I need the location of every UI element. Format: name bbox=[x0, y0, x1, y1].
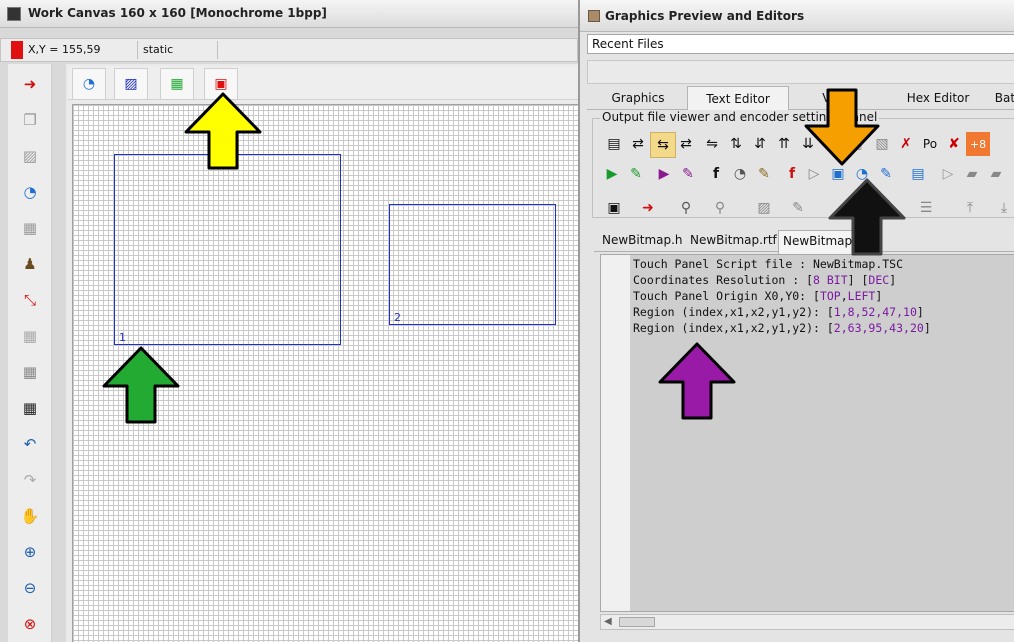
font-icon[interactable]: f bbox=[704, 162, 728, 186]
swap-icon[interactable]: ⇄ bbox=[626, 132, 650, 156]
horizontal-scrollbar[interactable]: ◀ bbox=[600, 614, 1014, 630]
preview-titlebar[interactable]: Graphics Preview and Editors bbox=[580, 0, 1014, 32]
text-editor[interactable]: Touch Panel Script file : NewBitmap.TSC C… bbox=[600, 254, 1014, 612]
green-arrow-icon bbox=[102, 346, 180, 424]
preview-title: Graphics Preview and Editors bbox=[605, 9, 805, 23]
redo-icon[interactable]: ↷ bbox=[18, 468, 42, 492]
app-icon bbox=[7, 7, 21, 21]
save-icon[interactable]: ▣ bbox=[602, 196, 626, 220]
import-blue-icon[interactable]: ▤ bbox=[906, 162, 930, 186]
file-tab-h[interactable]: NewBitmap.h bbox=[602, 230, 683, 255]
find-icon[interactable]: ⚲ bbox=[674, 196, 698, 220]
region-index-label: 2 bbox=[394, 311, 401, 324]
hand-icon[interactable]: ✋ bbox=[18, 504, 42, 528]
flip-vertical-icon[interactable]: ⇅ bbox=[724, 132, 748, 156]
mode-readout: static bbox=[143, 43, 174, 56]
play-purple-icon[interactable]: ▶ bbox=[652, 162, 676, 186]
graphics-preview-window: Graphics Preview and Editors Recent File… bbox=[578, 0, 1014, 642]
coordinates-readout: X,Y = 155,59 bbox=[28, 43, 101, 56]
play-light-icon[interactable]: ▷ bbox=[936, 162, 960, 186]
code-line: Region (index,x1,x2,y1,y2): [1,8,52,47,1… bbox=[633, 305, 924, 319]
editor-tabs: Graphics Text Editor Video Hex Editor Ba… bbox=[587, 84, 1014, 116]
cursor-tool-icon[interactable]: ◔ bbox=[72, 68, 106, 100]
copy-icon[interactable]: ❐ bbox=[18, 108, 42, 132]
resize-icon[interactable]: ⤡ bbox=[18, 288, 42, 312]
region-index-label: 1 bbox=[119, 331, 126, 344]
scroll-left-icon[interactable]: ◀ bbox=[604, 616, 612, 627]
plus-eight-icon[interactable]: +8 bbox=[966, 132, 990, 156]
cursor-icon[interactable]: ◔ bbox=[18, 180, 42, 204]
import-icon[interactable]: ➜ bbox=[18, 72, 42, 96]
status-bar: X,Y = 155,59 static bbox=[0, 38, 578, 62]
preview-strip bbox=[587, 60, 1014, 84]
zoom-out-icon[interactable]: ⊖ bbox=[18, 576, 42, 600]
export-icon[interactable]: ➜ bbox=[636, 196, 660, 220]
flip-up-icon[interactable]: ⇈ bbox=[772, 132, 796, 156]
tools-purple-icon[interactable]: ✎ bbox=[676, 162, 700, 186]
paste-grey-icon[interactable]: ▨ bbox=[752, 196, 776, 220]
grid-light-icon[interactable]: ▦ bbox=[18, 324, 42, 348]
list-icon[interactable]: ▤ bbox=[602, 132, 626, 156]
code-line: Region (index,x1,x2,y1,y2): [2,63,95,43,… bbox=[633, 321, 931, 335]
comment-alt-icon[interactable]: ▰ bbox=[984, 162, 1008, 186]
menu-dropdown-icon[interactable]: ☰ bbox=[914, 196, 938, 220]
status-divider bbox=[137, 41, 138, 59]
touch-region-2[interactable]: 2 bbox=[389, 204, 556, 325]
grid-medium-icon[interactable]: ▦ bbox=[18, 360, 42, 384]
yellow-arrow-icon bbox=[184, 92, 262, 170]
file-tabs: NewBitmap.h NewBitmap.rtf NewBitmap.TSC bbox=[594, 230, 1014, 256]
tab-hex-editor[interactable]: Hex Editor bbox=[897, 86, 979, 115]
scroll-thumb[interactable] bbox=[619, 617, 655, 627]
font-red-icon[interactable]: f bbox=[780, 162, 804, 186]
edit-grey-icon[interactable]: ✎ bbox=[786, 196, 810, 220]
comment-icon[interactable]: ▰ bbox=[960, 162, 984, 186]
zoom-in-icon[interactable]: ⊕ bbox=[18, 540, 42, 564]
swap-reverse-icon[interactable]: ⇄ bbox=[674, 132, 698, 156]
zoom-reset-icon[interactable]: ⊗ bbox=[18, 612, 42, 636]
paste-icon[interactable]: ▨ bbox=[18, 144, 42, 168]
work-canvas-title: Work Canvas 160 x 160 [Monochrome 1bpp] bbox=[28, 6, 327, 20]
move-up-icon[interactable]: ⤒ bbox=[958, 196, 982, 220]
undo-icon[interactable]: ↶ bbox=[18, 432, 42, 456]
script-text[interactable]: Touch Panel Script file : NewBitmap.TSC C… bbox=[633, 256, 931, 336]
color-indicator bbox=[11, 41, 23, 59]
mirror-icon[interactable]: ⇋ bbox=[700, 132, 724, 156]
cancel-icon[interactable]: ✘ bbox=[942, 132, 966, 156]
tab-batch[interactable]: Batch bbox=[987, 86, 1014, 115]
swap-active-icon[interactable]: ⇆ bbox=[650, 132, 676, 158]
rotate-icon[interactable]: ⇵ bbox=[748, 132, 772, 156]
orange-arrow-icon bbox=[804, 88, 880, 166]
cursor-grey-icon[interactable]: ◔ bbox=[728, 162, 752, 186]
canvas-toolbar: ◔ ▨ ▦ ▣ bbox=[68, 66, 578, 100]
black-arrow-icon bbox=[828, 178, 906, 256]
grid-icon[interactable]: ▦ bbox=[18, 396, 42, 420]
no-edit-icon[interactable]: ✗ bbox=[894, 132, 918, 156]
po-label-icon[interactable]: Po bbox=[918, 132, 942, 156]
app-icon bbox=[588, 10, 600, 22]
touch-region-1[interactable]: 1 bbox=[114, 154, 341, 345]
code-line: Touch Panel Origin X0,Y0: [TOP,LEFT] bbox=[633, 289, 883, 303]
play-icon[interactable]: ▶ bbox=[600, 162, 624, 186]
stamp-icon[interactable]: ♟ bbox=[18, 252, 42, 276]
move-down-icon[interactable]: ⤓ bbox=[992, 196, 1014, 220]
rect-tool-icon[interactable]: ▨ bbox=[114, 68, 148, 100]
left-tool-sidebar: ➜ ❐ ▨ ◔ ▦ ♟ ⤡ ▦ ▦ ▦ ↶ ↷ ✋ ⊕ ⊖ ⊗ bbox=[8, 64, 52, 642]
film-icon[interactable]: ▦ bbox=[18, 216, 42, 240]
work-canvas-titlebar[interactable]: Work Canvas 160 x 160 [Monochrome 1bpp] bbox=[0, 0, 578, 28]
file-tab-rtf[interactable]: NewBitmap.rtf bbox=[690, 230, 777, 255]
settings-icon-row-3: ▣ ➜ ⚲ ⚲ ▨ ✎ ☰ ⤒ ⤓ bbox=[596, 196, 1014, 222]
code-line: Touch Panel Script file : NewBitmap.TSC bbox=[633, 257, 904, 271]
tools-brown-icon[interactable]: ✎ bbox=[752, 162, 776, 186]
tools-icon[interactable]: ✎ bbox=[624, 162, 648, 186]
find-next-icon[interactable]: ⚲ bbox=[708, 196, 732, 220]
status-divider bbox=[217, 41, 218, 59]
code-line: Coordinates Resolution : [8 BIT] [DEC] bbox=[633, 273, 897, 287]
line-gutter bbox=[601, 255, 631, 611]
recent-files-dropdown[interactable]: Recent Files bbox=[587, 34, 1014, 54]
purple-arrow-icon bbox=[658, 342, 736, 420]
